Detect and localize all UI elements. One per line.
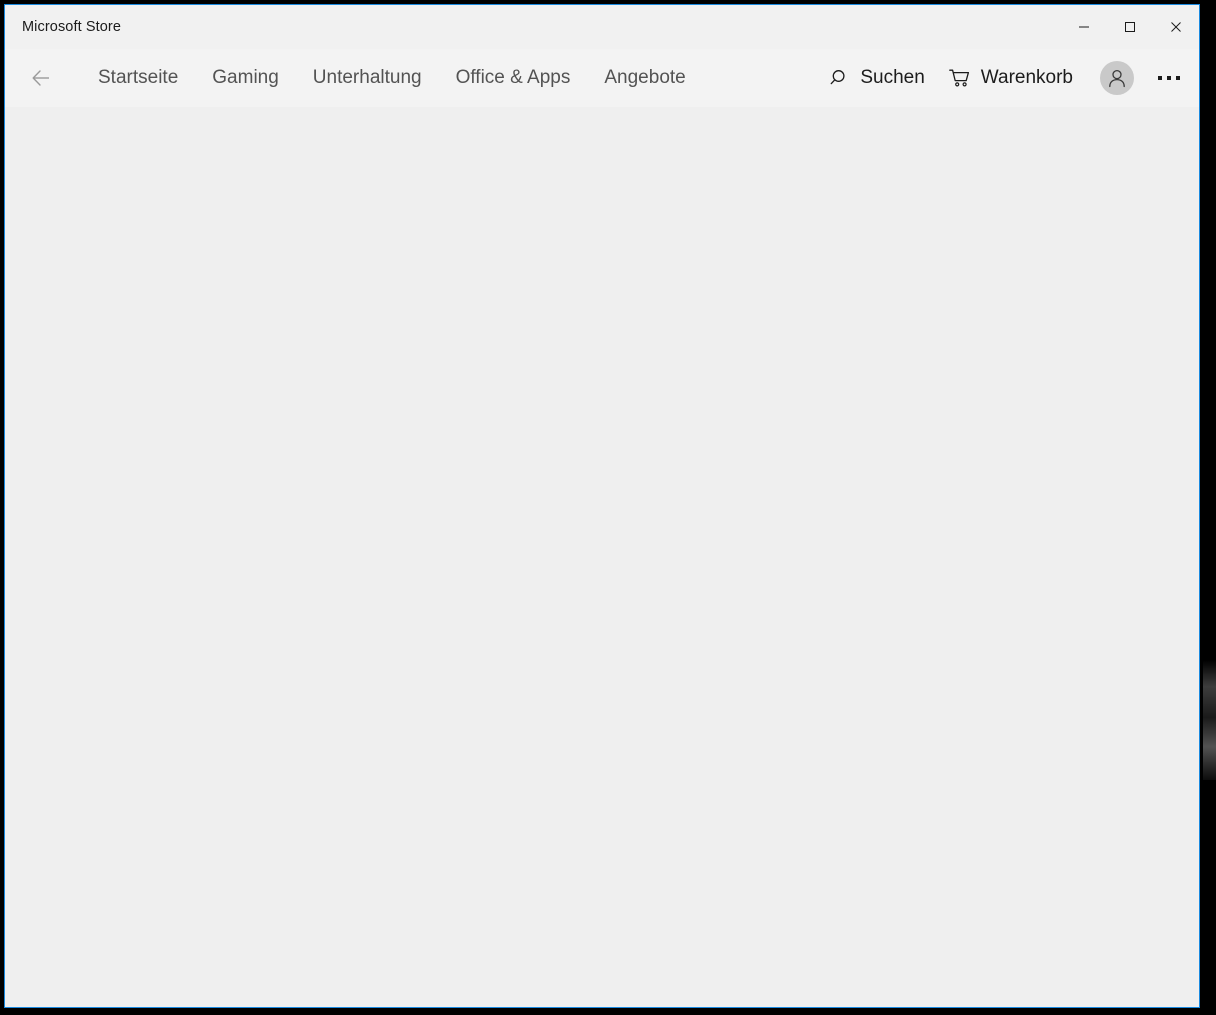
back-arrow-icon	[29, 66, 53, 90]
content-area	[5, 107, 1199, 1007]
back-button[interactable]	[19, 56, 63, 100]
minimize-button[interactable]	[1061, 5, 1107, 49]
nav-link-startseite[interactable]: Startseite	[81, 60, 195, 96]
nav-link-unterhaltung[interactable]: Unterhaltung	[296, 60, 439, 96]
maximize-button[interactable]	[1107, 5, 1153, 49]
navigation-bar: Startseite Gaming Unterhaltung Office & …	[5, 49, 1199, 107]
screen: Microsoft Store Startseite Gaming Unterh…	[0, 0, 1216, 1015]
nav-link-gaming[interactable]: Gaming	[195, 60, 296, 96]
title-bar[interactable]: Microsoft Store	[5, 5, 1199, 49]
shopping-cart-icon	[948, 68, 971, 88]
search-button[interactable]: Suchen	[818, 59, 936, 97]
microsoft-store-window: Microsoft Store Startseite Gaming Unterh…	[4, 4, 1200, 1008]
minimize-icon	[1078, 21, 1090, 33]
close-icon	[1170, 21, 1182, 33]
desktop-background-artifact	[1203, 660, 1216, 780]
cart-button[interactable]: Warenkorb	[937, 59, 1085, 97]
maximize-icon	[1124, 21, 1136, 33]
navigation-actions: Suchen Warenkorb	[818, 49, 1199, 107]
search-icon	[830, 68, 850, 88]
search-button-label: Suchen	[860, 67, 925, 88]
more-options-button[interactable]	[1147, 56, 1191, 100]
cart-button-label: Warenkorb	[980, 67, 1073, 88]
window-title: Microsoft Store	[22, 19, 121, 35]
close-button[interactable]	[1153, 5, 1199, 49]
person-icon	[1109, 69, 1125, 88]
account-button[interactable]	[1095, 56, 1139, 100]
nav-link-office-apps[interactable]: Office & Apps	[439, 60, 588, 96]
avatar	[1100, 61, 1134, 95]
ellipsis-icon	[1158, 76, 1180, 80]
primary-navigation-links: Startseite Gaming Unterhaltung Office & …	[81, 60, 703, 96]
window-caption-buttons	[1061, 5, 1199, 49]
nav-link-angebote[interactable]: Angebote	[587, 60, 702, 96]
